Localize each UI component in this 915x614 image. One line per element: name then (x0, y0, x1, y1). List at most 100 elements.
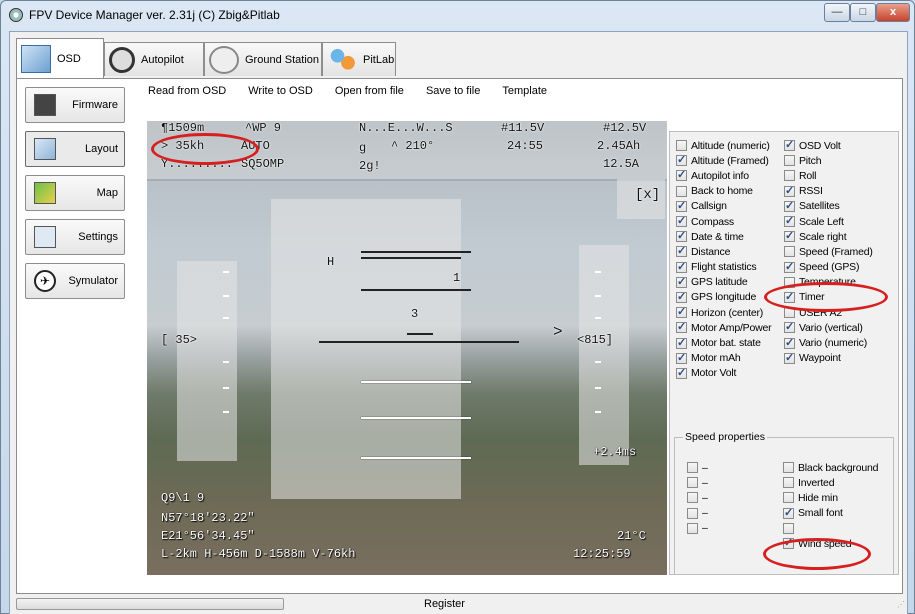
osd-gps-glyph[interactable]: g (359, 141, 366, 155)
read-from-osd-button[interactable]: Read from OSD (137, 83, 237, 103)
dash-checkbox-item[interactable]: – (687, 475, 708, 490)
checkbox-checked[interactable] (676, 366, 687, 379)
sidebar-item-settings[interactable]: Settings (25, 219, 125, 255)
checkbox-checked[interactable] (676, 244, 687, 258)
osd-clock[interactable]: 12:25:59 (573, 547, 631, 561)
checkbox-item[interactable]: Satellites (784, 199, 873, 214)
checkbox-checked[interactable] (676, 275, 687, 288)
checkbox-unchecked[interactable] (676, 185, 687, 197)
checkbox-checked[interactable] (784, 351, 795, 364)
checkbox-item[interactable]: Flight statistics (676, 260, 771, 275)
close-button[interactable]: x (876, 3, 910, 22)
osd-temperature[interactable]: 21°C (617, 529, 646, 543)
sidebar-item-layout[interactable]: Layout (25, 131, 125, 167)
checkbox-item[interactable]: Distance (676, 244, 771, 259)
speed-option-item[interactable]: Inverted (783, 475, 878, 490)
checkbox-item[interactable]: Horizon (center) (676, 305, 771, 320)
maximize-button[interactable]: □ (850, 3, 876, 22)
osd-left-scale[interactable]: [ 35> (161, 333, 197, 347)
checkbox-item[interactable]: Speed (GPS) (784, 260, 873, 275)
osd-waypoint[interactable]: ^WP 9 (245, 121, 281, 135)
tab-autopilot[interactable]: Autopilot (104, 42, 204, 76)
checkbox-unchecked[interactable] (783, 462, 794, 474)
dash-checkbox-item[interactable]: – (687, 521, 708, 536)
template-button[interactable]: Template (491, 83, 558, 103)
checkbox-item[interactable]: Vario (numeric) (784, 335, 873, 350)
speed-option-item[interactable]: Black background (783, 460, 878, 475)
checkbox-checked[interactable] (784, 336, 795, 349)
speed-option-item[interactable]: Small font (783, 506, 878, 521)
checkbox-unchecked[interactable] (687, 492, 698, 504)
checkbox-unchecked[interactable] (687, 522, 698, 534)
checkbox-item[interactable]: GPS latitude (676, 275, 771, 290)
checkbox-checked[interactable] (676, 320, 687, 334)
tab-ground-station[interactable]: Ground Station (204, 42, 322, 76)
speed-option-item[interactable] (783, 521, 878, 536)
minimize-button[interactable]: — (824, 3, 850, 22)
osd-callsign[interactable]: SQ5OMP (241, 157, 284, 171)
checkbox-checked[interactable] (676, 199, 687, 212)
tab-osd[interactable]: OSD (16, 38, 104, 78)
osd-mah[interactable]: 2.45Ah (597, 139, 640, 153)
checkbox-item[interactable]: Motor Amp/Power (676, 320, 772, 335)
checkbox-item[interactable]: Date & time (676, 229, 771, 244)
sidebar-item-symulator[interactable]: ✈ Symulator (25, 263, 125, 299)
checkbox-checked[interactable] (676, 168, 687, 182)
osd-gps-longitude[interactable]: E21°56'34.45" (161, 529, 255, 543)
checkbox-unchecked[interactable] (687, 507, 698, 519)
checkbox-checked[interactable] (784, 184, 795, 197)
osd-heading[interactable]: ^ 210° (391, 139, 434, 153)
checkbox-unchecked[interactable] (784, 155, 795, 167)
checkbox-checked[interactable] (784, 229, 795, 243)
save-to-file-button[interactable]: Save to file (415, 83, 491, 103)
checkbox-item[interactable]: GPS longitude (676, 290, 771, 305)
checkbox-unchecked[interactable] (783, 492, 794, 504)
write-to-osd-button[interactable]: Write to OSD (237, 83, 324, 103)
checkbox-unchecked[interactable] (784, 170, 795, 182)
checkbox-item[interactable]: Motor bat. state (676, 335, 771, 350)
open-from-file-button[interactable]: Open from file (324, 83, 415, 103)
sidebar-item-map[interactable]: Map (25, 175, 125, 211)
checkbox-checked[interactable] (784, 260, 795, 273)
osd-amps[interactable]: 12.5A (603, 157, 639, 171)
checkbox-unchecked[interactable] (687, 477, 698, 489)
osd-satellites-icon[interactable]: 2g! (359, 159, 381, 173)
checkbox-checked[interactable] (784, 138, 795, 152)
osd-main-volt[interactable]: #11.5V (501, 121, 544, 135)
checkbox-item[interactable]: Waypoint (784, 351, 873, 366)
checkbox-item[interactable]: Vario (vertical) (784, 320, 873, 335)
checkbox-unchecked[interactable] (687, 462, 698, 474)
tab-pitlab[interactable]: PitLab (322, 42, 396, 76)
checkbox-checked[interactable] (784, 320, 795, 334)
checkbox-checked[interactable] (676, 214, 687, 228)
checkbox-item[interactable]: Callsign (676, 199, 771, 214)
checkbox-item[interactable]: Motor mAh (676, 351, 771, 366)
osd-osd-volt[interactable]: #12.5V (603, 121, 646, 135)
checkbox-checked[interactable] (676, 229, 687, 243)
checkbox-item[interactable]: Back to home (676, 184, 771, 199)
osd-home-marker[interactable]: H (327, 255, 334, 269)
checkbox-unchecked[interactable] (676, 140, 687, 152)
checkbox-item[interactable]: Autopilot info (676, 168, 771, 183)
osd-compass[interactable]: N...E...W...S (359, 121, 453, 135)
checkbox-checked[interactable] (676, 336, 687, 349)
checkbox-checked[interactable] (676, 153, 687, 167)
osd-flight-stats[interactable]: L-2km H-456m D-1588m V-76kh (161, 547, 355, 561)
checkbox-checked[interactable] (676, 290, 687, 303)
checkbox-item[interactable]: Scale right (784, 229, 873, 244)
osd-satellite-count[interactable]: Q9\1 9 (161, 491, 204, 505)
osd-preview[interactable]: ¶1509m ^WP 9 N...E...W...S #11.5V #12.5V… (147, 121, 667, 575)
register-button[interactable]: Register (424, 598, 465, 610)
checkbox-unchecked[interactable] (783, 522, 794, 534)
resize-grip-icon[interactable]: ⋰ (897, 600, 905, 609)
checkbox-checked[interactable] (676, 351, 687, 364)
checkbox-item[interactable]: Altitude (numeric) (676, 138, 771, 153)
checkbox-item[interactable]: Roll (784, 168, 873, 183)
osd-vario[interactable]: +2.4ms (593, 445, 636, 459)
checkbox-checked[interactable] (784, 199, 795, 212)
checkbox-checked[interactable] (676, 260, 687, 273)
checkbox-item[interactable]: Speed (Framed) (784, 244, 873, 259)
checkbox-item[interactable]: RSSI (784, 184, 873, 199)
osd-time[interactable]: 24:55 (507, 139, 543, 153)
checkbox-checked[interactable] (676, 305, 687, 319)
